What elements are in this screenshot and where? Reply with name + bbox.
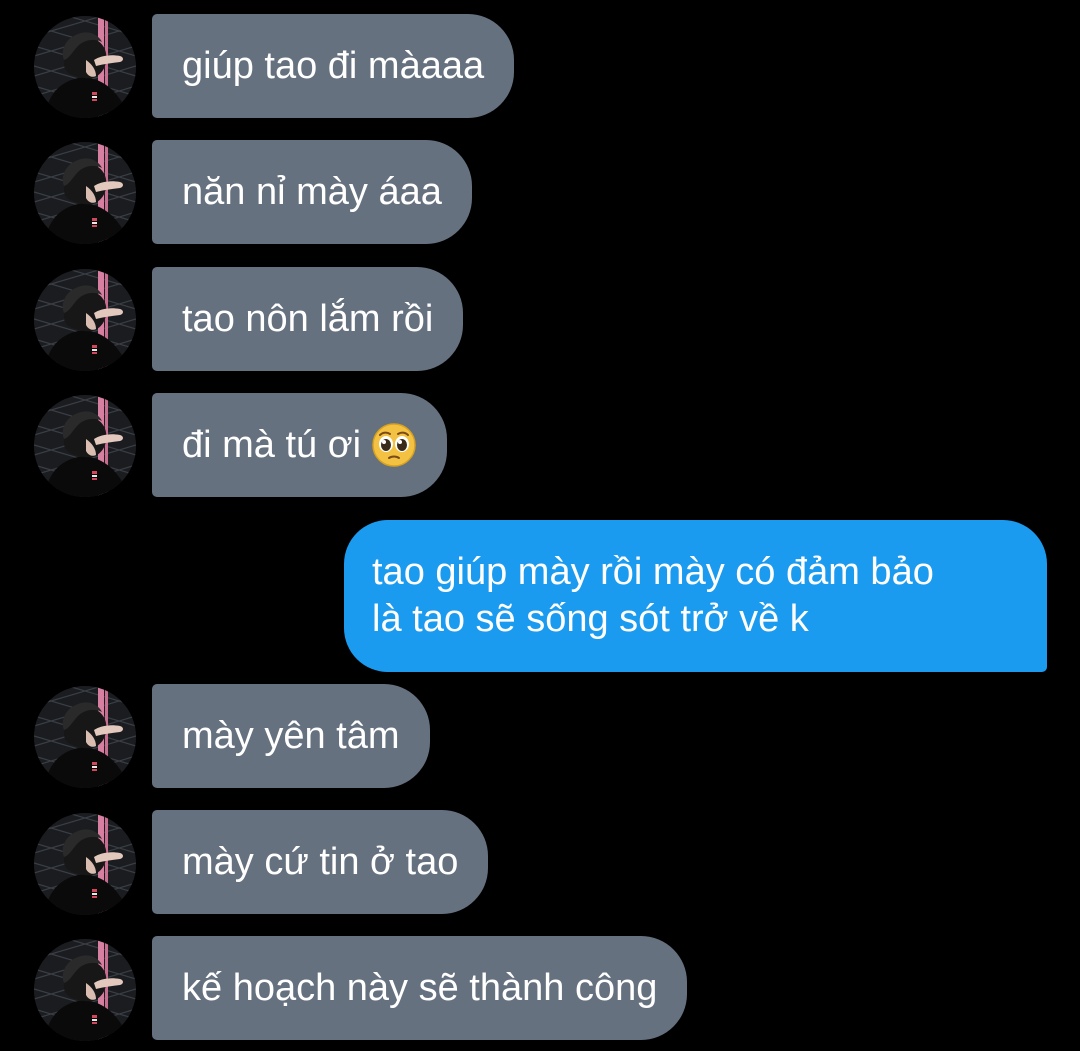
incoming-message-bubble[interactable]: tao nôn lắm rồi	[152, 267, 464, 371]
contact-avatar[interactable]	[34, 142, 136, 244]
incoming-message-bubble[interactable]: giúp tao đi màaaa	[152, 14, 515, 118]
message-text: đi mà tú ơi	[182, 423, 362, 466]
pleading-face-icon	[371, 422, 417, 468]
message-text-line-1: tao giúp mày rồi mày có đảm bảo	[372, 551, 934, 593]
message-text: mày yên tâm	[182, 714, 400, 757]
contact-avatar[interactable]	[34, 269, 136, 371]
message-text: năn nỉ mày áaa	[182, 170, 442, 213]
message-text: kế hoạch này sẽ thành công	[182, 966, 658, 1009]
message-text-line-2: là tao sẽ sống sót trở về k	[372, 598, 809, 640]
incoming-message-bubble[interactable]: mày yên tâm	[152, 684, 430, 788]
contact-avatar[interactable]	[34, 686, 136, 788]
contact-avatar[interactable]	[34, 395, 136, 497]
contact-avatar[interactable]	[34, 939, 136, 1041]
message-text: giúp tao đi màaaa	[182, 44, 485, 87]
contact-avatar[interactable]	[34, 16, 136, 118]
message-text: mày cứ tin ở tao	[182, 840, 459, 883]
message-text: tao nôn lắm rồi	[182, 297, 434, 340]
incoming-message-bubble[interactable]: năn nỉ mày áaa	[152, 140, 472, 244]
outgoing-message-bubble[interactable]: tao giúp mày rồi mày có đảm bảo là tao s…	[344, 520, 1047, 672]
incoming-message-bubble[interactable]: mày cứ tin ở tao	[152, 810, 489, 914]
incoming-message-bubble[interactable]: đi mà tú ơi	[152, 393, 448, 497]
chat-thread[interactable]: giúp tao đi màaaa năn nỉ mày áaa tao nôn…	[0, 0, 1080, 1051]
incoming-message-bubble[interactable]: kế hoạch này sẽ thành công	[152, 936, 688, 1040]
contact-avatar[interactable]	[34, 813, 136, 915]
